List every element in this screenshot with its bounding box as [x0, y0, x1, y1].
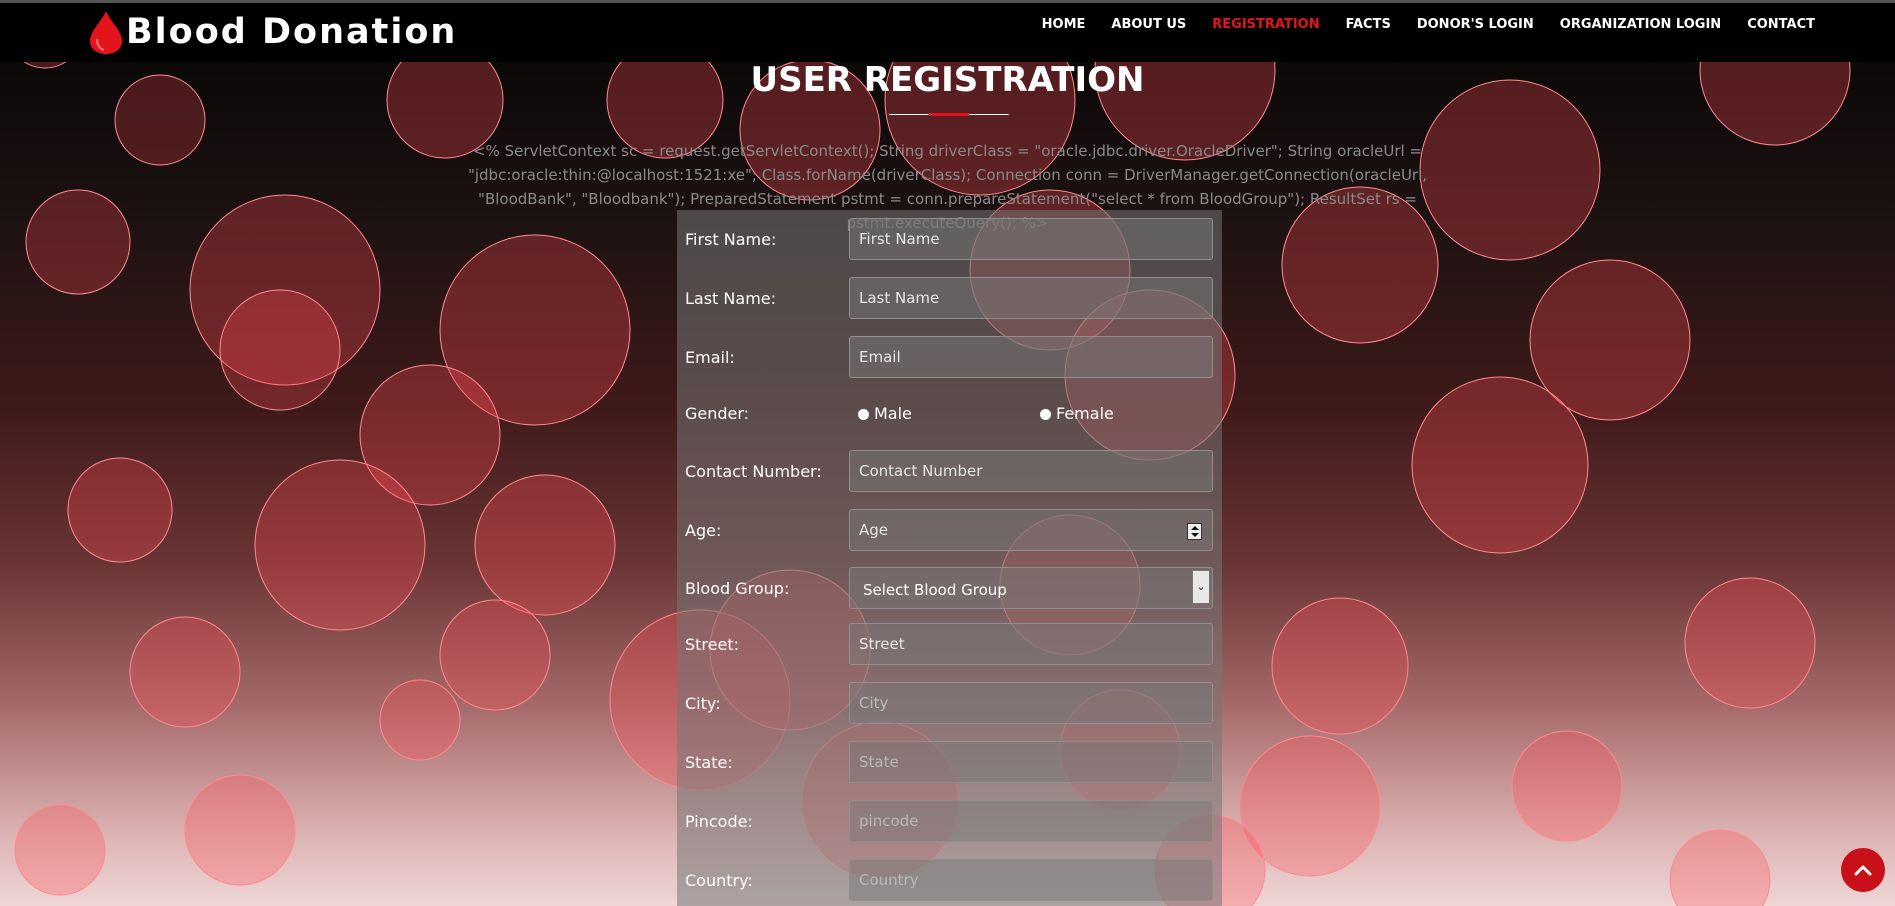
gender-male-label: Male [874, 404, 912, 423]
street-label: Street: [685, 635, 740, 654]
last-name-row: Last Name: [677, 277, 1222, 321]
country-label: Country: [685, 871, 753, 890]
contact-label: Contact Number: [685, 462, 822, 481]
street-row: Street: [677, 623, 1222, 667]
chevron-down-icon[interactable]: ⌄ [1192, 570, 1210, 604]
city-label: City: [685, 694, 721, 713]
chevron-up-icon [1854, 865, 1872, 876]
blood-group-row: Blood Group: Select Blood Group ⌄ [677, 567, 1222, 611]
age-input[interactable] [849, 509, 1213, 551]
email-label: Email: [685, 348, 735, 367]
scroll-top-button[interactable] [1841, 848, 1885, 892]
state-label: State: [685, 753, 733, 772]
blood-drop-icon [90, 11, 122, 54]
email-row: Email: [677, 336, 1222, 380]
nav-registration[interactable]: REGISTRATION [1212, 17, 1319, 32]
last-name-input[interactable] [849, 277, 1213, 319]
pincode-input[interactable] [849, 800, 1213, 842]
country-input[interactable] [849, 859, 1213, 901]
city-input[interactable] [849, 682, 1213, 724]
street-input[interactable] [849, 623, 1213, 665]
gender-female-option[interactable]: Female [1039, 392, 1114, 436]
nav-contact[interactable]: CONTACT [1747, 17, 1815, 32]
gender-male-radio[interactable] [857, 407, 870, 421]
age-spinner-icon[interactable] [1187, 523, 1202, 540]
top-border [0, 0, 1895, 3]
registration-form: First Name: Last Name: Email: Gender: Ma… [677, 210, 1222, 906]
nav-donors-login[interactable]: DONOR'S LOGIN [1417, 17, 1534, 32]
blood-group-label: Blood Group: [685, 579, 790, 598]
nav-organization-login[interactable]: ORGANIZATION LOGIN [1560, 17, 1721, 32]
gender-label: Gender: [685, 404, 750, 423]
state-input[interactable] [849, 741, 1213, 783]
contact-row: Contact Number: [677, 450, 1222, 494]
email-input[interactable] [849, 336, 1213, 378]
first-name-row: First Name: [677, 218, 1222, 262]
gender-female-radio[interactable] [1039, 407, 1052, 421]
navbar: Blood Donation HOME ABOUT US REGISTRATIO… [0, 3, 1895, 62]
blood-group-selected: Select Blood Group [863, 581, 1007, 599]
first-name-label: First Name: [685, 230, 777, 249]
blood-group-select[interactable]: Select Blood Group ⌄ [849, 567, 1213, 609]
nav-home[interactable]: HOME [1042, 17, 1086, 32]
state-row: State: [677, 741, 1222, 785]
last-name-label: Last Name: [685, 289, 777, 308]
page-title: USER REGISTRATION [750, 60, 1145, 100]
main-nav: HOME ABOUT US REGISTRATION FACTS DONOR'S… [1016, 3, 1815, 46]
main-content: USER REGISTRATION <% ServletContext sc =… [0, 0, 1895, 906]
nav-about-us[interactable]: ABOUT US [1111, 17, 1186, 32]
gender-male-option[interactable]: Male [857, 392, 912, 436]
title-divider [889, 113, 1009, 116]
first-name-input[interactable] [849, 218, 1213, 260]
brand[interactable]: Blood Donation [88, 9, 457, 55]
age-row: Age: [677, 509, 1222, 553]
country-row: Country: [677, 859, 1222, 903]
pincode-row: Pincode: [677, 800, 1222, 844]
contact-input[interactable] [849, 450, 1213, 492]
brand-name: Blood Donation [126, 12, 458, 52]
city-row: City: [677, 682, 1222, 726]
age-label: Age: [685, 521, 722, 540]
gender-row: Gender: Male Female [677, 392, 1222, 436]
gender-female-label: Female [1056, 404, 1114, 423]
pincode-label: Pincode: [685, 812, 753, 831]
nav-facts[interactable]: FACTS [1346, 17, 1391, 32]
